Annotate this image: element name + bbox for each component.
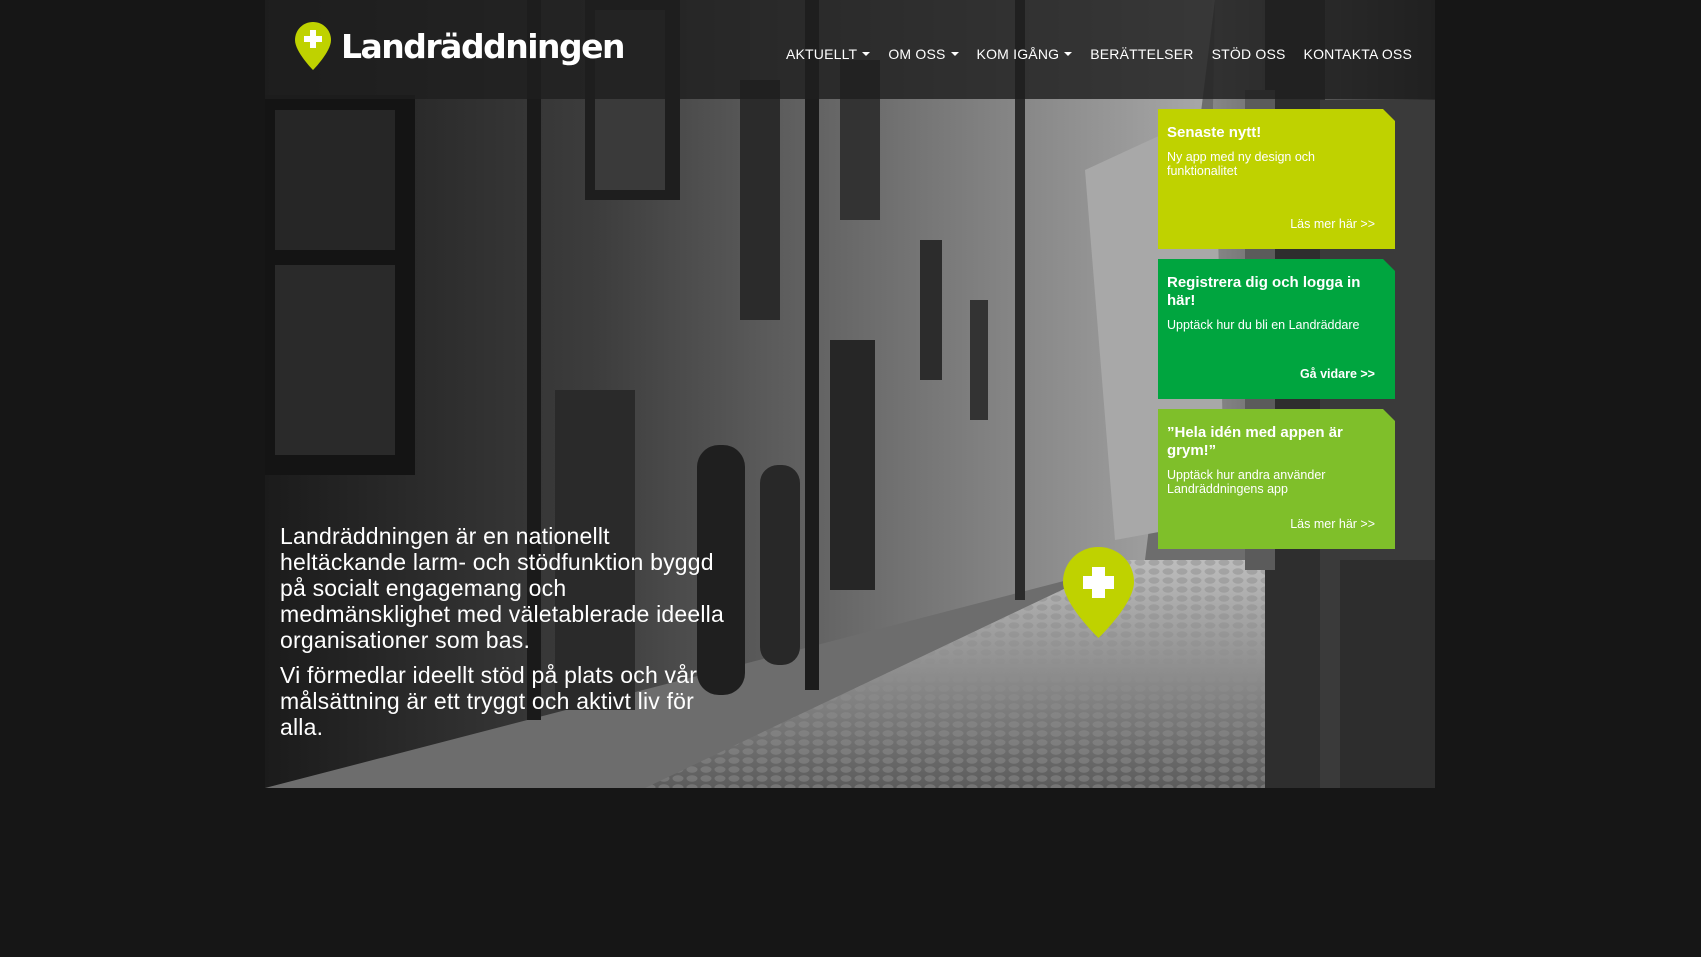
caret-down-icon	[1064, 52, 1073, 56]
promo-cards: Senaste nytt! Ny app med ny design och f…	[1158, 109, 1395, 559]
card-description: Upptäck hur du bli en Landräddare	[1167, 318, 1360, 332]
site-logo[interactable]: Landräddningen	[294, 18, 626, 74]
card-title: Senaste nytt!	[1167, 124, 1262, 141]
caret-down-icon	[950, 52, 959, 56]
intro-paragraph: Vi förmedlar ideellt stöd på plats och v…	[280, 662, 698, 740]
nav-label: OM OSS	[888, 46, 946, 62]
card-link[interactable]: Läs mer här >>	[1290, 217, 1375, 231]
card-link[interactable]: Gå vidare >>	[1300, 367, 1375, 381]
card-description: Ny app med ny design och funktionalitet	[1167, 150, 1316, 178]
main-navigation: AKTUELLT OM OSS KOM IGÅNG BERÄTTELSER ST…	[786, 46, 1412, 62]
nav-item-kontakta-oss[interactable]: KONTAKTA OSS	[1304, 46, 1412, 62]
hero-section: Landräddningen AKTUELLT OM OSS KOM IGÅNG…	[265, 0, 1435, 788]
card-link[interactable]: Läs mer här >>	[1290, 517, 1375, 531]
nav-label: BERÄTTELSER	[1090, 46, 1194, 62]
nav-label: KONTAKTA OSS	[1303, 46, 1412, 62]
card-description: Upptäck hur andra använder Landräddninge…	[1167, 468, 1326, 496]
caret-down-icon	[862, 52, 871, 56]
nav-item-kom-igang[interactable]: KOM IGÅNG	[977, 46, 1073, 62]
logo-wordmark: Landräddningen	[341, 26, 626, 66]
intro-text: Landräddningen är en nationellt heltäcka…	[280, 523, 735, 749]
site-header: Landräddningen AKTUELLT OM OSS KOM IGÅNG…	[265, 0, 1435, 99]
intro-paragraph: Landräddningen är en nationellt heltäcka…	[280, 523, 724, 653]
nav-item-stod-oss[interactable]: STÖD OSS	[1212, 46, 1286, 62]
nav-item-om-oss[interactable]: OM OSS	[888, 46, 959, 62]
nav-label: STÖD OSS	[1211, 46, 1286, 62]
card-title: ”Hela idén med appen är grym!”	[1167, 424, 1343, 459]
location-pin-plus-icon	[1063, 547, 1134, 638]
nav-label: KOM IGÅNG	[976, 46, 1060, 62]
nav-label: AKTUELLT	[785, 46, 858, 62]
card-testimonial[interactable]: ”Hela idén med appen är grym!” Upptäck h…	[1158, 409, 1395, 549]
location-pin-plus-icon	[295, 22, 331, 70]
card-latest-news[interactable]: Senaste nytt! Ny app med ny design och f…	[1158, 109, 1395, 249]
nav-item-berattelser[interactable]: BERÄTTELSER	[1090, 46, 1193, 62]
nav-item-aktuellt[interactable]: AKTUELLT	[785, 46, 871, 62]
card-register[interactable]: Registrera dig och logga in här! Upptäck…	[1158, 259, 1395, 399]
card-title: Registrera dig och logga in här!	[1167, 274, 1361, 309]
